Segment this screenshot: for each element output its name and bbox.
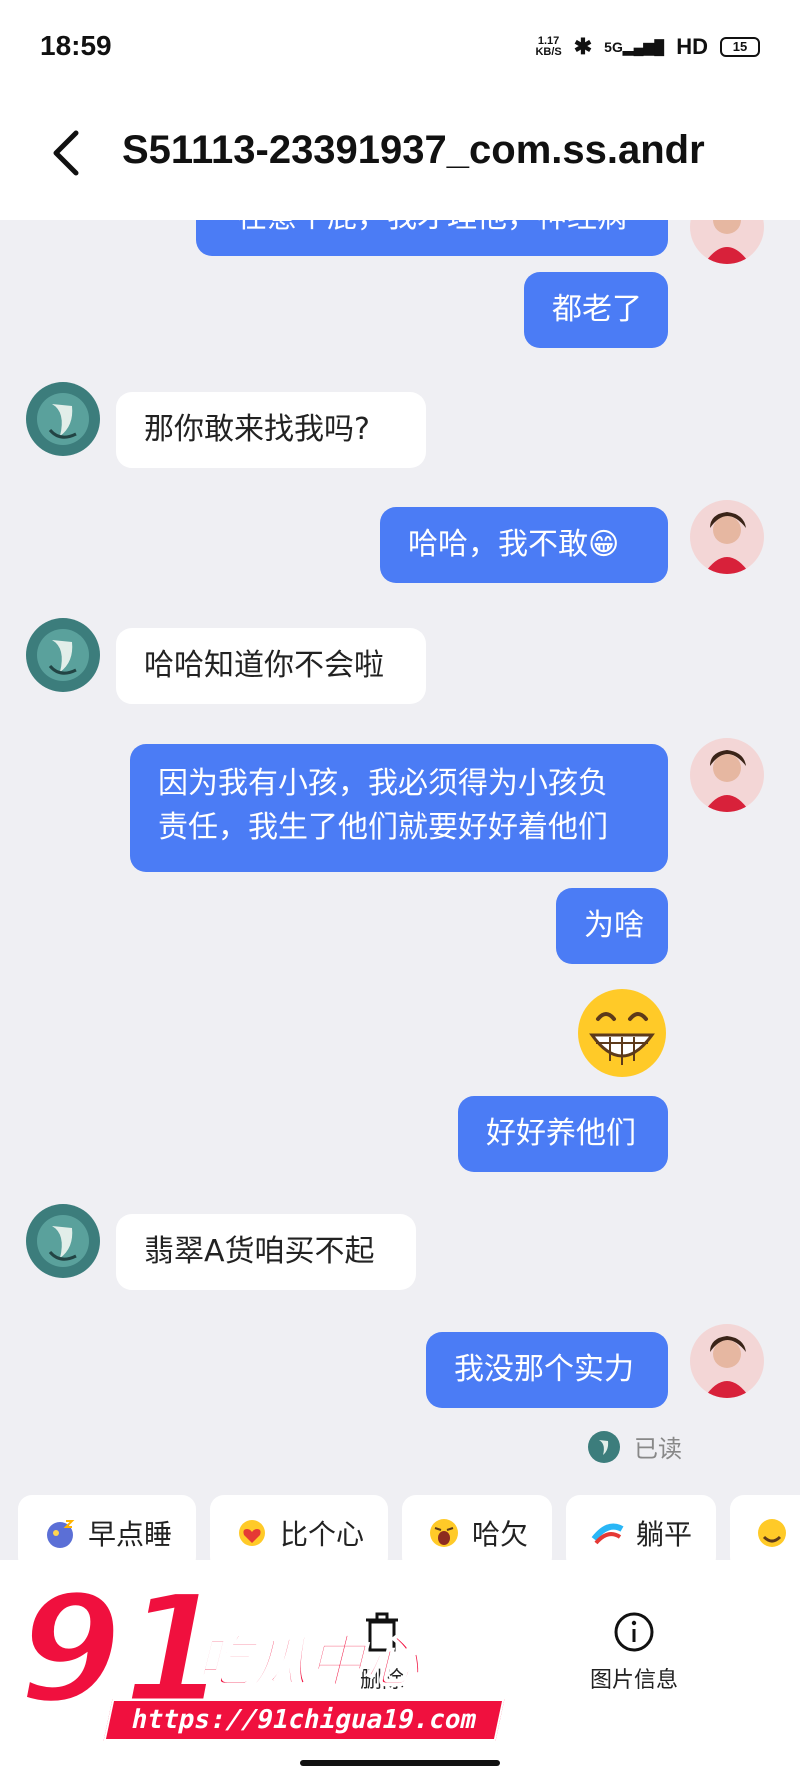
user-avatar[interactable]: [690, 738, 764, 812]
chat-area[interactable]: 在意个屁，我才理他，神经病 都老了 那你敢来找我吗? 哈哈，我不敢😁 哈哈知道你…: [0, 220, 800, 1560]
message-bubble-outgoing[interactable]: 都老了: [524, 272, 668, 348]
message-bubble-outgoing[interactable]: 我没那个实力: [426, 1332, 668, 1408]
home-indicator[interactable]: [300, 1760, 500, 1766]
battery-icon: 15: [720, 37, 760, 57]
signal-icon: 5G▂▄▆█: [604, 38, 665, 55]
user-avatar[interactable]: [690, 1324, 764, 1398]
grin-emoji-icon: [578, 989, 666, 1077]
user-avatar[interactable]: [690, 220, 764, 264]
watermark-url: https://91chigua19.com: [103, 1699, 505, 1741]
status-indicators: 1.17 KB/S ✱ 5G▂▄▆█ HD 15: [535, 34, 760, 60]
status-bar: 18:59 1.17 KB/S ✱ 5G▂▄▆█ HD 15: [0, 0, 800, 95]
message-bubble-outgoing[interactable]: 为啥: [556, 888, 668, 964]
info-icon: [614, 1612, 654, 1652]
yawn-emoji-icon: [430, 1519, 459, 1547]
watermark-brand: 吃瓜中心: [195, 1629, 421, 1696]
message-bubble-outgoing[interactable]: 哈哈，我不敢😁: [380, 507, 668, 583]
sleep-emoji-icon: [47, 1520, 75, 1548]
back-button[interactable]: [46, 123, 86, 183]
contact-avatar[interactable]: [26, 382, 100, 456]
heart-hand-emoji-icon: [239, 1520, 266, 1546]
status-time: 18:59: [40, 30, 112, 61]
watermark-logo: 91 吃瓜中心 https://91chigua19.com: [16, 1573, 505, 1760]
user-avatar[interactable]: [690, 500, 764, 574]
message-bubble-outgoing[interactable]: 在意个屁，我才理他，神经病: [196, 220, 668, 256]
chevron-left-icon: [53, 130, 79, 176]
message-bubble-outgoing[interactable]: 好好养他们: [458, 1096, 668, 1172]
lie-flat-emoji-icon: [591, 1523, 624, 1545]
message-bubble-incoming[interactable]: 翡翠A货咱买不起: [116, 1214, 416, 1290]
emoji-icon: [758, 1519, 787, 1547]
message-bubble-incoming[interactable]: 那你敢来找我吗?: [116, 392, 426, 468]
grin-emoji-sticker[interactable]: [574, 985, 670, 1081]
page-title: S51113-23391937_com.ss.andr: [122, 128, 705, 172]
bluetooth-icon: ✱: [573, 34, 593, 59]
message-bubble-outgoing[interactable]: 因为我有小孩，我必须得为小孩负 责任，我生了他们就要好好着他们: [130, 744, 668, 872]
contact-avatar[interactable]: [26, 618, 100, 692]
title-bar: S51113-23391937_com.ss.andr: [0, 95, 800, 220]
message-bubble-incoming[interactable]: 哈哈知道你不会啦: [116, 628, 426, 704]
network-speed: 1.17 KB/S: [535, 35, 562, 58]
image-info-button[interactable]: 图片信息: [590, 1610, 678, 1694]
hd-badge: HD: [676, 34, 708, 59]
contact-avatar[interactable]: [26, 1204, 100, 1278]
